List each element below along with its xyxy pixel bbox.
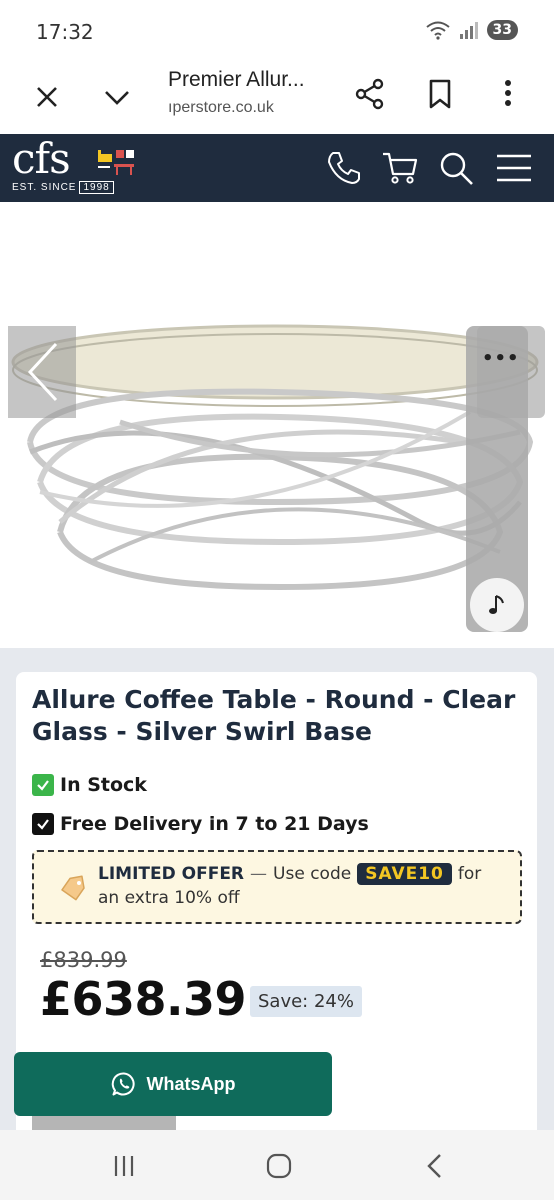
status-bar: 17:32 33: [0, 0, 554, 62]
save-badge: Save: 24%: [250, 986, 362, 1017]
whatsapp-label: WhatsApp: [146, 1073, 236, 1094]
search-icon[interactable]: [436, 148, 476, 188]
chevron-left-icon: [27, 342, 58, 402]
more-vertical-icon[interactable]: [492, 76, 524, 112]
whatsapp-icon: [111, 1072, 135, 1096]
delivery-info: Free Delivery in 7 to 21 Days: [32, 813, 369, 835]
logo-est: EST. SINCE 1998: [12, 181, 114, 194]
cart-icon[interactable]: [380, 148, 420, 188]
share-icon[interactable]: [352, 76, 388, 112]
logo-year: 1998: [79, 181, 114, 194]
product-image-gallery[interactable]: •••: [0, 202, 554, 648]
home-icon[interactable]: [262, 1150, 296, 1182]
limited-offer-box: LIMITED OFFER — Use code SAVE10 for an extra…: [32, 850, 522, 924]
offer-line-1: LIMITED OFFER — Use code SAVE10 for: [98, 863, 482, 885]
logo-est-text: EST. SINCE: [12, 182, 77, 193]
music-note-icon: [489, 595, 504, 614]
check-icon: [32, 774, 54, 796]
music-button[interactable]: [470, 578, 524, 632]
site-logo[interactable]: cfs EST. SINCE 1998: [12, 134, 136, 198]
logo-text: cfs: [12, 134, 71, 183]
page-url[interactable]: ıperstore.co.uk: [168, 99, 274, 117]
offer-line-2: an extra 10% off: [98, 888, 240, 908]
signal-icon: [459, 22, 478, 39]
back-icon[interactable]: [420, 1150, 450, 1182]
current-price: £638.39: [40, 972, 247, 1026]
check-icon: [32, 813, 54, 835]
stock-text: In Stock: [60, 774, 147, 796]
product-title: Allure Coffee Table - Round - Clear Glas…: [32, 685, 516, 746]
panel-more-button[interactable]: •••: [482, 348, 520, 369]
recent-apps-icon[interactable]: [106, 1152, 142, 1180]
offer-label: LIMITED OFFER: [98, 864, 245, 884]
offer-code[interactable]: SAVE10: [357, 863, 452, 885]
offer-use-code: Use code: [273, 864, 352, 884]
status-icons: 33: [425, 20, 518, 40]
floating-side-panel[interactable]: •••: [466, 326, 528, 632]
bookmark-icon[interactable]: [422, 76, 458, 112]
furniture-logo-icon: [98, 150, 134, 175]
offer-dash: —: [250, 864, 268, 884]
menu-icon[interactable]: [494, 148, 534, 188]
delivery-text: Free Delivery in 7 to 21 Days: [60, 813, 369, 835]
old-price: £839.99: [40, 948, 127, 972]
stock-status: In Stock: [32, 774, 147, 796]
chevron-down-icon[interactable]: [100, 80, 134, 114]
battery-badge: 33: [486, 20, 518, 40]
offer-for: for: [457, 864, 482, 884]
tag-icon: [61, 875, 85, 901]
previous-image-button[interactable]: [8, 326, 76, 418]
status-time: 17:32: [36, 20, 94, 44]
phone-icon[interactable]: [324, 148, 364, 188]
close-icon[interactable]: [30, 80, 64, 114]
system-nav-bar: [0, 1130, 554, 1200]
browser-bar: Premier Allur... ıperstore.co.uk: [0, 62, 554, 134]
wifi-icon: [425, 21, 450, 40]
whatsapp-button[interactable]: WhatsApp: [14, 1052, 332, 1116]
site-header: cfs EST. SINCE 1998: [0, 134, 554, 202]
page-title[interactable]: Premier Allur...: [168, 68, 305, 92]
